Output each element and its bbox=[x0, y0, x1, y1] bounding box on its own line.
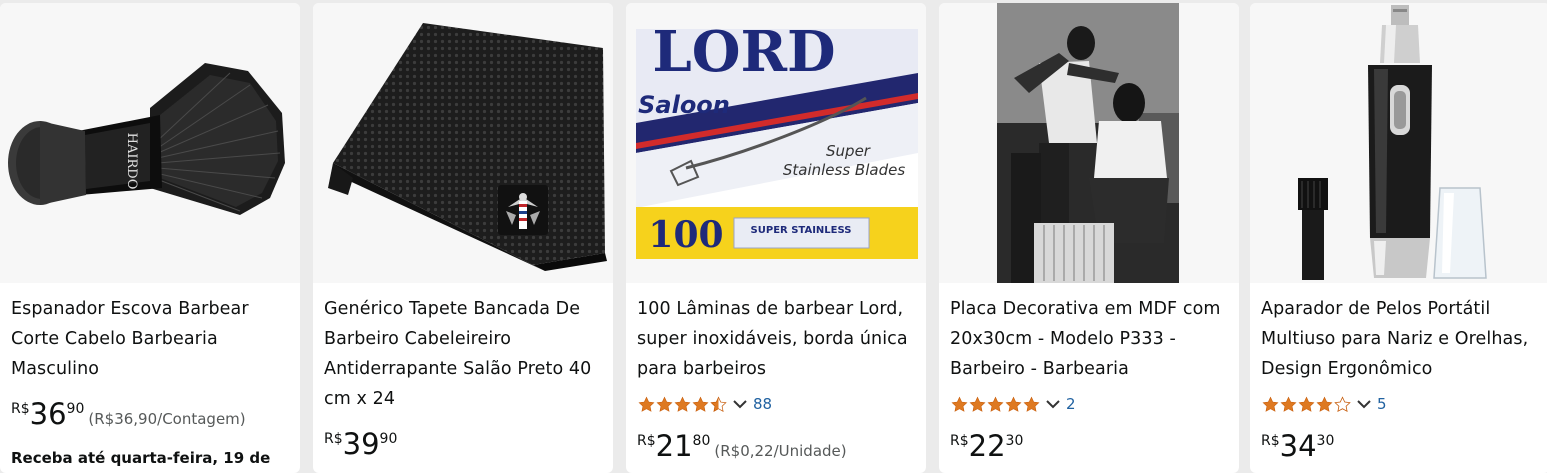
star-full-icon bbox=[1023, 396, 1040, 412]
rating-count-link[interactable]: 5 bbox=[1377, 395, 1387, 413]
star-full-icon bbox=[969, 396, 986, 412]
star-rating-icons bbox=[1262, 395, 1351, 413]
svg-text:HAIRDO: HAIRDO bbox=[124, 133, 139, 190]
star-full-icon bbox=[656, 396, 673, 412]
barber-mat-image bbox=[313, 3, 613, 283]
star-full-icon bbox=[951, 396, 968, 412]
star-full-icon bbox=[1298, 396, 1315, 412]
product-title-link[interactable]: Espanador Escova Barbear Corte Cabelo Ba… bbox=[11, 294, 296, 384]
star-full-icon bbox=[674, 396, 691, 412]
product-title-link[interactable]: Placa Decorativa em MDF com 20x30cm - Mo… bbox=[950, 294, 1235, 384]
star-rating-icons bbox=[638, 395, 727, 413]
product-title-link[interactable]: 100 Lâminas de barbear Lord, super inoxi… bbox=[637, 294, 922, 384]
nose-trimmer-image bbox=[1250, 3, 1547, 283]
star-full-icon bbox=[692, 396, 709, 412]
rating-count-link[interactable]: 2 bbox=[1066, 395, 1076, 413]
chevron-down-icon[interactable] bbox=[1046, 399, 1060, 409]
unit-price: (R$0,22/Unidade) bbox=[714, 442, 847, 460]
svg-text:Stainless Blades: Stainless Blades bbox=[783, 161, 905, 179]
product-price: R$ 34 30 bbox=[1261, 429, 1335, 463]
star-rating[interactable]: 2 bbox=[951, 393, 1076, 415]
product-price: R$ 39 90 bbox=[324, 427, 398, 461]
product-card[interactable]: Genérico Tapete Bancada De Barbeiro Cabe… bbox=[313, 3, 613, 473]
chevron-down-icon[interactable] bbox=[1357, 399, 1371, 409]
star-full-icon bbox=[987, 396, 1004, 412]
product-image[interactable]: HAIRDO bbox=[0, 3, 300, 283]
rating-count-link[interactable]: 88 bbox=[753, 395, 772, 413]
product-card[interactable]: HAIRDO Espanador Escova Barbear Corte Ca… bbox=[0, 3, 300, 473]
product-price: R$ 36 90 (R$36,90/Contagem) bbox=[11, 397, 246, 431]
product-image[interactable] bbox=[939, 3, 1239, 283]
barber-pole-logo-icon bbox=[498, 185, 548, 235]
product-card[interactable]: LORD Saloon Super Stainless Blades 100 S… bbox=[626, 3, 926, 473]
star-full-icon bbox=[638, 396, 655, 412]
star-rating[interactable]: 5 bbox=[1262, 393, 1387, 415]
product-carousel-row: HAIRDO Espanador Escova Barbear Corte Ca… bbox=[0, 0, 1547, 473]
product-title-link[interactable]: Genérico Tapete Bancada De Barbeiro Cabe… bbox=[324, 294, 609, 414]
product-image[interactable] bbox=[1250, 3, 1547, 283]
chevron-down-icon[interactable] bbox=[733, 399, 747, 409]
star-full-icon bbox=[1262, 396, 1279, 412]
product-price: R$ 21 80 (R$0,22/Unidade) bbox=[637, 429, 847, 463]
star-full-icon bbox=[1316, 396, 1333, 412]
product-card[interactable]: Placa Decorativa em MDF com 20x30cm - Mo… bbox=[939, 3, 1239, 473]
svg-text:Saloon: Saloon bbox=[638, 91, 730, 119]
star-full-icon bbox=[1280, 396, 1297, 412]
svg-text:100: 100 bbox=[648, 214, 723, 256]
svg-text:Super: Super bbox=[826, 142, 871, 160]
star-full-icon bbox=[1005, 396, 1022, 412]
svg-text:LORD: LORD bbox=[652, 19, 835, 85]
product-image[interactable]: LORD Saloon Super Stainless Blades 100 S… bbox=[626, 3, 926, 283]
product-card[interactable]: Aparador de Pelos Portátil Multiuso para… bbox=[1250, 3, 1547, 473]
product-title-link[interactable]: Aparador de Pelos Portátil Multiuso para… bbox=[1261, 294, 1546, 384]
razor-blades-box-image: LORD Saloon Super Stainless Blades 100 S… bbox=[626, 3, 926, 283]
star-rating-icons bbox=[951, 396, 1040, 413]
product-image[interactable] bbox=[313, 3, 613, 283]
neck-duster-brush-image: HAIRDO bbox=[0, 3, 300, 283]
star-half-icon bbox=[710, 395, 727, 412]
vintage-barber-photo-image bbox=[939, 3, 1239, 283]
star-rating[interactable]: 88 bbox=[638, 393, 772, 415]
svg-text:SUPER STAINLESS: SUPER STAINLESS bbox=[751, 225, 852, 236]
unit-price: (R$36,90/Contagem) bbox=[88, 410, 246, 428]
product-price: R$ 22 30 bbox=[950, 429, 1024, 463]
star-empty-icon bbox=[1334, 395, 1351, 412]
